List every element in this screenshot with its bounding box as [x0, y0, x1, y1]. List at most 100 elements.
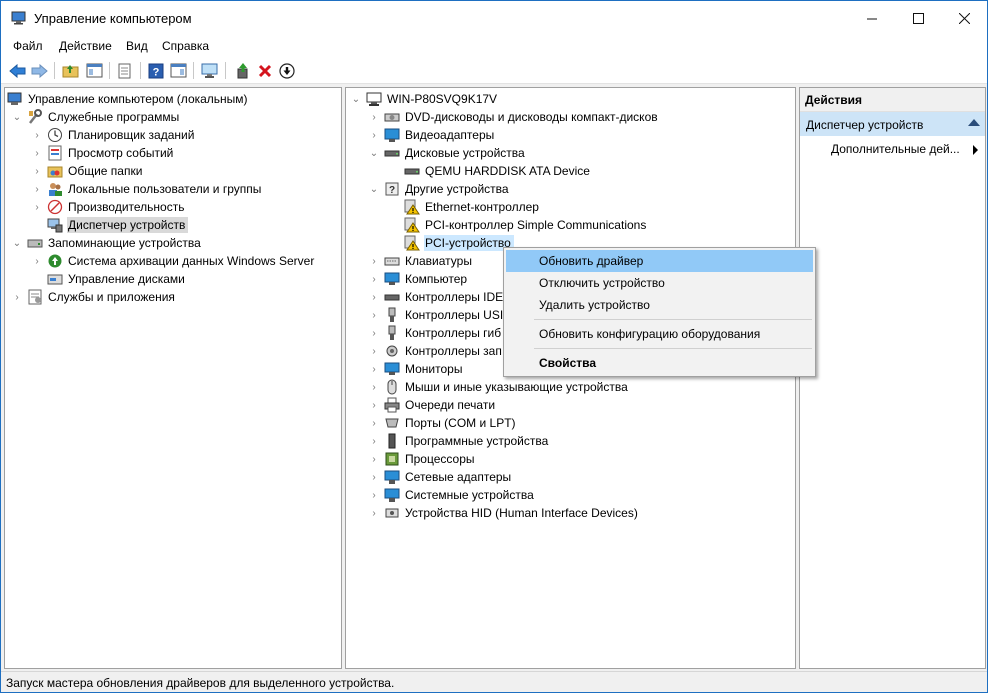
scan-hardware-button[interactable]: [200, 61, 219, 80]
device-root[interactable]: ⌄ WIN-P80SVQ9K17V: [350, 90, 500, 108]
action-pane-icon: [170, 63, 187, 78]
minimize-button[interactable]: [849, 1, 895, 35]
device-flex[interactable]: › Контроллеры гиб: [368, 324, 504, 342]
chevron-right-icon[interactable]: ›: [368, 129, 380, 141]
tree-storage[interactable]: ⌄ Запоминающие устройства: [11, 234, 204, 252]
tree-system-tools[interactable]: ⌄ Служебные программы: [11, 108, 182, 126]
chevron-right-icon[interactable]: ›: [31, 183, 43, 195]
chevron-right-icon[interactable]: ›: [368, 417, 380, 429]
chevron-right-icon[interactable]: ›: [368, 309, 380, 321]
device-system[interactable]: › Системные устройства: [368, 486, 537, 504]
device-network[interactable]: › Сетевые адаптеры: [368, 468, 514, 486]
device-keyboards[interactable]: › Клавиатуры: [368, 252, 475, 270]
chevron-right-icon[interactable]: ›: [11, 291, 23, 303]
chevron-right-icon[interactable]: ›: [31, 147, 43, 159]
device-print-queues[interactable]: › Очереди печати: [368, 396, 498, 414]
device-ethernet[interactable]: Ethernet-контроллер: [404, 198, 542, 216]
device-storage-ctrl[interactable]: › Контроллеры зап: [368, 342, 505, 360]
device-ports[interactable]: › Порты (COM и LPT): [368, 414, 519, 432]
actions-pane: Действия Диспетчер устройств Дополнитель…: [799, 87, 986, 669]
export-list-button[interactable]: [115, 61, 134, 80]
tree-services-apps[interactable]: › Службы и приложения: [11, 288, 178, 306]
close-button[interactable]: [941, 1, 987, 35]
chevron-down-icon[interactable]: ⌄: [368, 147, 380, 159]
tree-performance[interactable]: › Производительность: [31, 198, 187, 216]
chevron-down-icon[interactable]: ⌄: [11, 111, 23, 123]
tree-event-viewer[interactable]: › Просмотр событий: [31, 144, 176, 162]
tree-shared-folders[interactable]: › Общие папки: [31, 162, 145, 180]
tree-disk-management[interactable]: Управление дисками: [47, 270, 188, 288]
chevron-right-icon[interactable]: ›: [368, 399, 380, 411]
menu-file[interactable]: Файл: [13, 39, 43, 53]
chevron-right-icon[interactable]: ›: [31, 165, 43, 177]
device-monitors[interactable]: › Мониторы: [368, 360, 465, 378]
collapse-up-icon[interactable]: [968, 119, 980, 126]
disable-device-button[interactable]: [277, 61, 296, 80]
device-usb[interactable]: › Контроллеры USI: [368, 306, 506, 324]
device-computer[interactable]: › Компьютер: [368, 270, 470, 288]
tree-local-users[interactable]: › Локальные пользователи и группы: [31, 180, 264, 198]
device-cpus[interactable]: › Процессоры: [368, 450, 478, 468]
device-software[interactable]: › Программные устройства: [368, 432, 551, 450]
uninstall-button[interactable]: [255, 61, 274, 80]
chevron-down-icon[interactable]: ⌄: [11, 237, 23, 249]
menu-help[interactable]: Справка: [162, 39, 209, 53]
help-button[interactable]: ?: [146, 61, 165, 80]
computer-management-icon: [7, 91, 23, 107]
chevron-right-icon[interactable]: ›: [368, 435, 380, 447]
monitor-icon: [384, 361, 400, 377]
tree-root[interactable]: Управление компьютером (локальным): [7, 90, 251, 108]
back-button[interactable]: [8, 61, 27, 80]
device-disk-item[interactable]: QEMU HARDDISK ATA Device: [404, 162, 593, 180]
chevron-right-icon[interactable]: ›: [31, 255, 43, 267]
chevron-down-icon[interactable]: ⌄: [350, 93, 362, 105]
chevron-right-icon[interactable]: ›: [368, 111, 380, 123]
show-action-pane-button[interactable]: [169, 61, 188, 80]
chevron-right-icon[interactable]: ›: [31, 201, 43, 213]
services-icon: [27, 289, 43, 305]
tree-task-scheduler[interactable]: › Планировщик заданий: [31, 126, 197, 144]
device-pci-simple[interactable]: PCI-контроллер Simple Communications: [404, 216, 649, 234]
maximize-button[interactable]: [895, 1, 941, 35]
chevron-right-icon[interactable]: ›: [368, 327, 380, 339]
chevron-right-icon[interactable]: ›: [368, 489, 380, 501]
chevron-right-icon[interactable]: ›: [368, 363, 380, 375]
chevron-right-icon[interactable]: ›: [368, 255, 380, 267]
close-icon: [958, 12, 970, 24]
chevron-right-icon[interactable]: ›: [368, 381, 380, 393]
menu-properties[interactable]: Свойства: [506, 352, 813, 374]
actions-section-device-manager[interactable]: Диспетчер устройств: [800, 112, 985, 136]
floppy-controller-icon: [384, 325, 400, 341]
forward-button[interactable]: [30, 61, 49, 80]
warning-device-icon: [404, 199, 420, 215]
tree-device-manager[interactable]: Диспетчер устройств: [47, 216, 189, 234]
device-video[interactable]: › Видеоадаптеры: [368, 126, 497, 144]
menu-scan-hardware[interactable]: Обновить конфигурацию оборудования: [506, 323, 813, 345]
chevron-right-icon[interactable]: ›: [368, 507, 380, 519]
device-ide[interactable]: › Контроллеры IDE: [368, 288, 506, 306]
tree-backup[interactable]: › Система архивации данных Windows Serve…: [31, 252, 317, 270]
menu-action[interactable]: Действие: [59, 39, 112, 53]
menu-disable-device[interactable]: Отключить устройство: [506, 272, 813, 294]
actions-header: Действия: [800, 88, 985, 112]
menu-update-driver[interactable]: Обновить драйвер: [506, 250, 813, 272]
device-hid[interactable]: › Устройства HID (Human Interface Device…: [368, 504, 641, 522]
update-driver-button[interactable]: [233, 61, 252, 80]
device-mice[interactable]: › Мыши и иные указывающие устройства: [368, 378, 631, 396]
menu-uninstall-device[interactable]: Удалить устройство: [506, 294, 813, 316]
chevron-right-icon[interactable]: ›: [368, 273, 380, 285]
show-hide-tree-button[interactable]: [85, 61, 104, 80]
up-folder-button[interactable]: [61, 61, 80, 80]
chevron-right-icon[interactable]: ›: [31, 129, 43, 141]
device-dvd[interactable]: › DVD-дисководы и дисководы компакт-диск…: [368, 108, 661, 126]
device-other[interactable]: ⌄ ? Другие устройства: [368, 180, 512, 198]
menu-view[interactable]: Вид: [126, 39, 148, 53]
device-disks[interactable]: ⌄ Дисковые устройства: [368, 144, 528, 162]
chevron-right-icon[interactable]: ›: [368, 471, 380, 483]
chevron-right-icon[interactable]: ›: [368, 453, 380, 465]
chevron-down-icon[interactable]: ⌄: [368, 183, 380, 195]
actions-more-actions[interactable]: Дополнительные дей...: [800, 140, 985, 160]
device-pci-device[interactable]: PCI-устройство: [404, 234, 514, 252]
chevron-right-icon[interactable]: ›: [368, 291, 380, 303]
chevron-right-icon[interactable]: ›: [368, 345, 380, 357]
